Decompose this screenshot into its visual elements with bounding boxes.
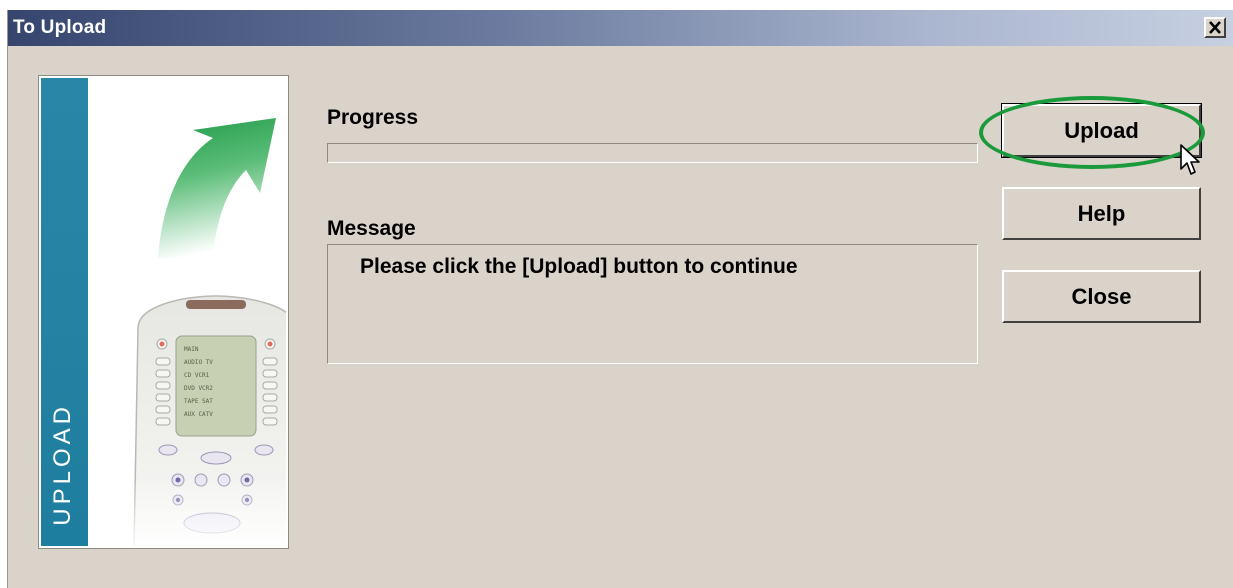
upload-dialog: To Upload UPLOAD MAIN AUDIO TV CD VCR1 D… — [7, 10, 1233, 588]
help-button[interactable]: Help — [1002, 187, 1201, 240]
upload-illustration: UPLOAD MAIN AUDIO TV CD VCR1 DVD VCR2 TA… — [39, 76, 288, 548]
mouse-cursor-icon — [1180, 144, 1200, 175]
remote-and-arrow-art: MAIN AUDIO TV CD VCR1 DVD VCR2 TAPE SAT … — [88, 118, 286, 546]
progress-bar — [327, 143, 978, 163]
svg-text:AUDIO TV: AUDIO TV — [184, 359, 213, 366]
svg-text:CD VCR1: CD VCR1 — [184, 372, 210, 379]
message-box: Please click the [Upload] button to cont… — [327, 244, 978, 364]
svg-text:MAIN: MAIN — [184, 346, 199, 353]
upward-arrow-icon — [158, 118, 276, 258]
svg-text:DVD VCR2: DVD VCR2 — [184, 385, 213, 392]
close-button[interactable]: Close — [1002, 270, 1201, 323]
window-title: To Upload — [13, 17, 107, 38]
title-bar[interactable]: To Upload — [8, 10, 1233, 46]
svg-text:TAPE SAT: TAPE SAT — [184, 398, 213, 405]
close-icon — [1209, 21, 1221, 34]
progress-label: Progress — [327, 106, 419, 129]
upload-side-label: UPLOAD — [49, 403, 76, 526]
message-text: Please click the [Upload] button to cont… — [360, 255, 798, 278]
window-close-button[interactable] — [1204, 17, 1226, 38]
upload-button[interactable]: Upload — [1001, 103, 1202, 158]
message-label: Message — [327, 217, 416, 240]
svg-text:AUX CATV: AUX CATV — [184, 411, 213, 418]
